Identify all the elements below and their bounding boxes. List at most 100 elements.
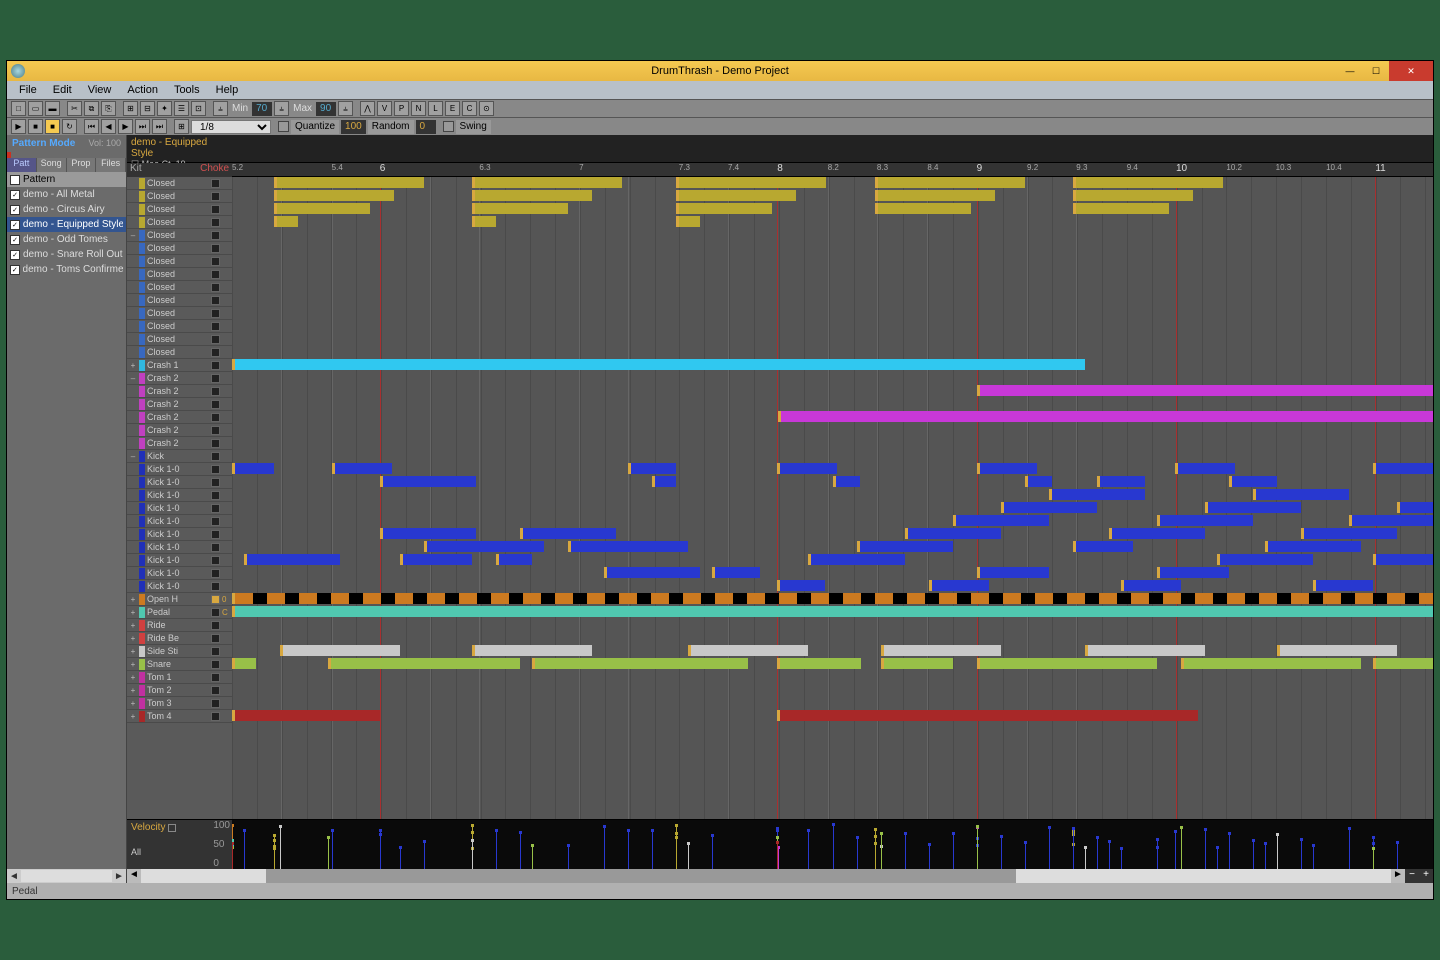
menu-action[interactable]: Action	[119, 84, 166, 96]
note[interactable]	[280, 645, 400, 656]
velocity-bar[interactable]	[280, 827, 281, 869]
note[interactable]	[676, 177, 826, 188]
swing-label[interactable]: Swing	[456, 120, 491, 134]
velocity-bar[interactable]	[1397, 843, 1398, 869]
velocity-bar[interactable]	[1097, 838, 1098, 869]
track-row[interactable]: Closed	[127, 190, 232, 203]
velocity-bar[interactable]	[332, 831, 333, 869]
note[interactable]	[652, 476, 676, 487]
track-row[interactable]: Closed	[127, 307, 232, 320]
note[interactable]	[274, 177, 424, 188]
checkbox-icon[interactable]: ✓	[10, 190, 20, 200]
track-box-icon[interactable]	[211, 322, 220, 331]
track-row[interactable]: Closed	[127, 242, 232, 255]
back-icon[interactable]: ◀	[101, 119, 116, 134]
scroll-track[interactable]	[21, 870, 112, 882]
track-box-icon[interactable]	[211, 257, 220, 266]
note[interactable]	[232, 658, 256, 669]
note[interactable]	[676, 216, 700, 227]
note[interactable]	[496, 554, 532, 565]
note[interactable]	[274, 203, 370, 214]
expand-icon[interactable]: –	[129, 374, 137, 383]
velocity-bar[interactable]	[328, 838, 329, 869]
note[interactable]	[977, 567, 1049, 578]
note[interactable]	[881, 645, 1001, 656]
note[interactable]	[1121, 580, 1181, 591]
expand-icon[interactable]: +	[129, 686, 137, 695]
fwd-icon[interactable]: ▶	[118, 119, 133, 134]
note[interactable]	[332, 463, 392, 474]
track-row[interactable]: Kick 1-0	[127, 580, 232, 593]
pattern-item[interactable]: ✓demo - Odd Tomes	[7, 232, 126, 247]
note[interactable]	[857, 541, 953, 552]
note[interactable]	[712, 567, 760, 578]
pattern-item[interactable]: ✓demo - Snare Roll Out	[7, 247, 126, 262]
note[interactable]	[472, 645, 592, 656]
velocity-bar[interactable]	[1313, 846, 1314, 869]
note[interactable]	[1301, 528, 1397, 539]
note[interactable]	[1073, 541, 1133, 552]
velocity-bar[interactable]	[520, 833, 521, 869]
ruler[interactable]: 5.25.46.377.37.48.28.38.49.29.39.410.210…	[232, 163, 1433, 177]
snap-icon[interactable]: ⊞	[123, 101, 138, 116]
velocity-bar[interactable]	[1217, 848, 1218, 869]
velocity-bar[interactable]	[652, 831, 653, 869]
letter-c-icon[interactable]: C	[462, 101, 477, 116]
expand-icon[interactable]: +	[129, 647, 137, 656]
letter-a-icon[interactable]: ⋀	[360, 101, 375, 116]
header-check-icon[interactable]	[10, 175, 20, 185]
track-box-icon[interactable]	[211, 413, 220, 422]
track-box-icon[interactable]	[211, 192, 220, 201]
track-box-icon[interactable]	[211, 283, 220, 292]
velocity-bar[interactable]	[977, 827, 978, 869]
tab-song[interactable]: Song	[37, 158, 67, 172]
track-box-icon[interactable]	[211, 582, 220, 591]
expand-icon[interactable]: +	[129, 712, 137, 721]
track-row[interactable]: Kick 1-0	[127, 541, 232, 554]
note[interactable]	[1097, 476, 1145, 487]
velocity-bar[interactable]	[1121, 849, 1122, 869]
expand-icon[interactable]: +	[129, 595, 137, 604]
track-box-icon[interactable]	[211, 660, 220, 669]
note[interactable]	[881, 658, 953, 669]
velocity-bar[interactable]	[1181, 828, 1182, 869]
track-row[interactable]: Closed	[127, 177, 232, 190]
expand-icon[interactable]: +	[129, 673, 137, 682]
note[interactable]	[676, 190, 796, 201]
zoom-out-icon[interactable]: −	[1405, 869, 1419, 883]
expand-icon[interactable]: –	[129, 452, 137, 461]
velocity-bar[interactable]	[1265, 844, 1266, 869]
velocity-bar[interactable]	[1109, 842, 1110, 869]
tool2-icon[interactable]: ☰	[174, 101, 189, 116]
expand-icon[interactable]: +	[129, 608, 137, 617]
track-box-icon[interactable]	[211, 556, 220, 565]
track-row[interactable]: –Kick	[127, 450, 232, 463]
track-row[interactable]: +Ride	[127, 619, 232, 632]
note[interactable]	[977, 463, 1037, 474]
vel-icon[interactable]: ⫨	[213, 101, 228, 116]
track-box-icon[interactable]	[211, 634, 220, 643]
note[interactable]	[1277, 645, 1397, 656]
division-select[interactable]: 1/8	[191, 120, 271, 134]
velocity-bar[interactable]	[875, 830, 876, 869]
note[interactable]	[1181, 658, 1361, 669]
track-row[interactable]: +Side Sti	[127, 645, 232, 658]
track-row[interactable]: Kick 1-0	[127, 476, 232, 489]
velocity-bar[interactable]	[1025, 843, 1026, 869]
note[interactable]	[380, 476, 476, 487]
note[interactable]	[232, 593, 1433, 604]
velocity-bar[interactable]	[1229, 834, 1230, 869]
track-box-icon[interactable]	[211, 621, 220, 630]
track-box-icon[interactable]	[211, 608, 220, 617]
velocity-bar[interactable]	[532, 846, 533, 869]
play-icon[interactable]: ▶	[11, 119, 26, 134]
velocity-bar[interactable]	[929, 845, 930, 869]
letter-n-icon[interactable]: N	[411, 101, 426, 116]
cut-icon[interactable]: ✂	[67, 101, 82, 116]
track-box-icon[interactable]	[211, 530, 220, 539]
track-box-icon[interactable]	[211, 218, 220, 227]
velocity-bar[interactable]	[712, 836, 713, 869]
note[interactable]	[274, 216, 298, 227]
velocity-bar[interactable]	[1277, 835, 1278, 869]
h-scrollbar[interactable]: ◄ ► − +	[127, 869, 1433, 883]
